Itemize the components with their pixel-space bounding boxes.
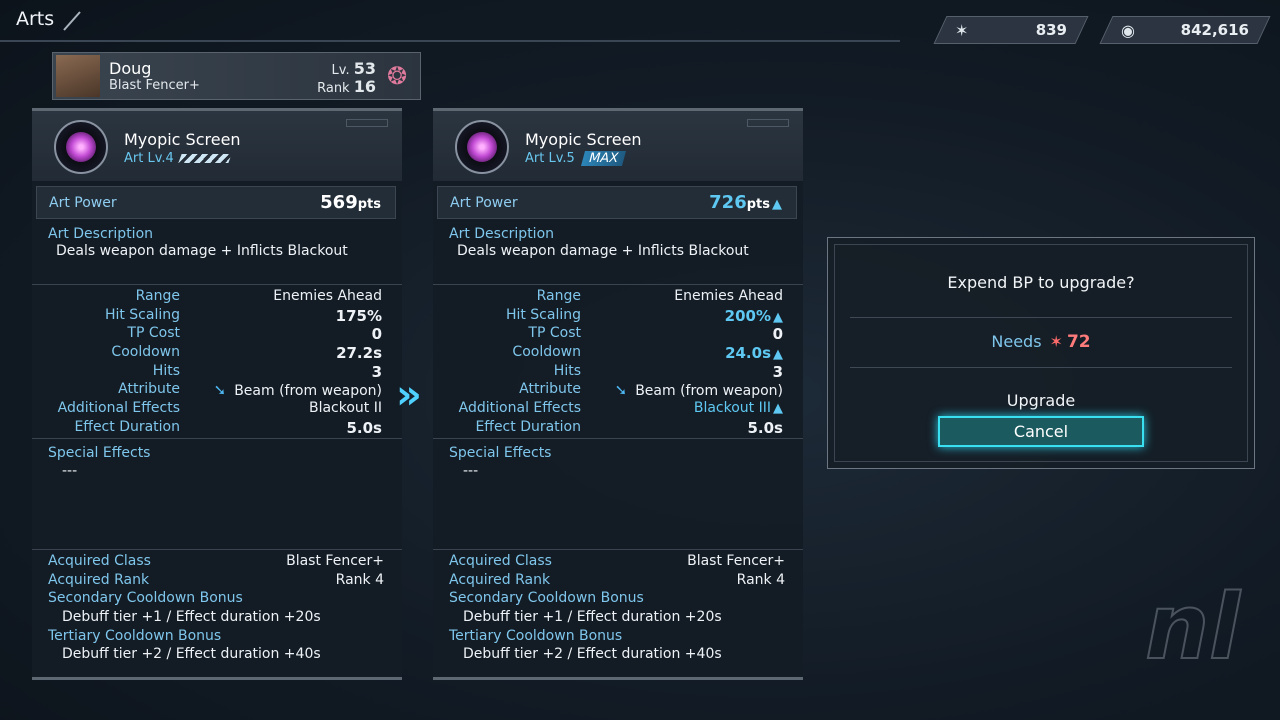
- title-slash-decoration: [63, 11, 81, 31]
- stat-row: Cooldown 24.0s ▲: [512, 344, 783, 363]
- character-portrait: [56, 55, 100, 97]
- divider: [433, 549, 803, 550]
- stats-list: Range Enemies Ahead Hit Scaling 200% ▲ TP C…: [433, 288, 803, 438]
- art-description-label: Art Description: [449, 226, 555, 242]
- dialog-question: Expend BP to upgrade?: [947, 273, 1135, 292]
- header-decoration: [747, 119, 789, 127]
- stat-row: Effect Duration 5.0s: [475, 418, 783, 437]
- increase-arrow-icon: ▲: [772, 197, 782, 212]
- stat-row: Additional Effects Blackout II: [57, 400, 382, 417]
- art-power-value: 726pts ▲: [709, 192, 782, 213]
- header-divider: [0, 40, 900, 42]
- stat-row: TP Cost 0: [528, 325, 783, 344]
- upgraded-art-panel: Myopic Screen Art Lv.5 MAX Art Power 726p…: [433, 108, 803, 680]
- bp-icon: ✶: [955, 20, 969, 40]
- tertiary-bonus-text: Debuff tier +2 / Effect duration +40s: [62, 646, 321, 662]
- art-level-gauge: [178, 154, 232, 163]
- art-power-label: Art Power: [450, 195, 518, 211]
- stat-row: TP Cost 0: [127, 325, 382, 344]
- stat-row: Range Enemies Ahead: [536, 288, 783, 304]
- bp-cost-icon: ✶: [1049, 332, 1063, 351]
- secondary-bonus-label: Secondary Cooldown Bonus: [48, 590, 243, 606]
- secondary-bonus-text: Debuff tier +1 / Effect duration +20s: [463, 609, 722, 625]
- special-effects-value: ---: [62, 463, 78, 479]
- stat-row: Attribute ➘ Beam (from weapon): [519, 381, 783, 400]
- upgrade-option[interactable]: Upgrade: [828, 391, 1254, 410]
- acquired-rank-row: Acquired Rank Rank 4: [449, 572, 785, 588]
- header-decoration: [346, 119, 388, 127]
- stat-row: Hit Scaling 175%: [104, 306, 382, 325]
- tertiary-bonus-label: Tertiary Cooldown Bonus: [449, 628, 623, 644]
- art-icon: [455, 120, 509, 174]
- art-level: Art Lv.4: [124, 151, 232, 166]
- character-card: Doug Blast Fencer+ Lv. 53 Rank 16 ❂: [52, 52, 421, 100]
- stat-row: Cooldown 27.2s: [111, 344, 382, 363]
- max-badge: MAX: [580, 151, 626, 166]
- stats-list: Range Enemies Ahead Hit Scaling 175% TP Co…: [32, 288, 402, 438]
- increase-arrow-icon: ▲: [773, 401, 783, 417]
- watermark-logo: nl: [1144, 574, 1241, 681]
- class-emblem-icon: ❂: [386, 62, 408, 90]
- stat-row: Effect Duration 5.0s: [74, 418, 382, 437]
- dialog-divider: [850, 317, 1232, 318]
- special-effects-label: Special Effects: [48, 445, 151, 461]
- dialog-divider: [850, 367, 1232, 368]
- credits-value: 842,616: [1180, 21, 1249, 39]
- bp-counter: ✶ 839: [933, 16, 1089, 44]
- upgrade-confirm-dialog: Expend BP to upgrade? Needs ✶ 72 Upgrade C…: [827, 237, 1255, 469]
- increase-arrow-icon: ▲: [773, 309, 783, 325]
- special-effects-label: Special Effects: [449, 445, 552, 461]
- divider: [32, 284, 402, 285]
- current-art-panel: Myopic Screen Art Lv.4 Art Power 569pts …: [32, 108, 402, 680]
- divider: [32, 438, 402, 439]
- art-power-label: Art Power: [49, 195, 117, 211]
- art-power-row: Art Power 569pts: [36, 186, 396, 219]
- beam-attribute-icon: ➘: [213, 381, 227, 400]
- secondary-bonus-text: Debuff tier +1 / Effect duration +20s: [62, 609, 321, 625]
- art-header: Myopic Screen Art Lv.5 MAX: [433, 111, 803, 181]
- stat-row: Additional Effects Blackout III ▲: [458, 400, 783, 417]
- divider: [433, 284, 803, 285]
- acquired-class-row: Acquired Class Blast Fencer+: [449, 553, 785, 569]
- art-header: Myopic Screen Art Lv.4: [32, 111, 402, 181]
- divider: [433, 438, 803, 439]
- art-name: Myopic Screen: [124, 130, 241, 149]
- art-power-value: 569pts: [320, 192, 381, 213]
- stat-row: Attribute ➘ Beam (from weapon): [118, 381, 382, 400]
- beam-attribute-icon: ➘: [614, 381, 628, 400]
- art-level: Art Lv.5 MAX: [525, 151, 626, 166]
- character-level: Lv. 53: [331, 59, 376, 78]
- acquired-rank-row: Acquired Rank Rank 4: [48, 572, 384, 588]
- needs-label: Needs: [991, 332, 1042, 351]
- needs-value: 72: [1066, 332, 1091, 352]
- credits-counter: ◉ 842,616: [1099, 16, 1271, 44]
- stat-row: Hits 3: [152, 362, 382, 381]
- art-power-row: Art Power 726pts ▲: [437, 186, 797, 219]
- stat-row: Hits 3: [553, 362, 783, 381]
- art-description-text: Deals weapon damage + Inflicts Blackout: [56, 243, 348, 259]
- art-description-text: Deals weapon damage + Inflicts Blackout: [457, 243, 749, 259]
- increase-arrow-icon: ▲: [773, 347, 783, 363]
- special-effects-value: ---: [463, 463, 479, 479]
- art-icon: [54, 120, 108, 174]
- upgrade-arrow-icon: »: [396, 372, 422, 418]
- character-rank: Rank 16: [317, 77, 376, 96]
- page-title: Arts: [16, 8, 55, 30]
- bp-value: 839: [1035, 21, 1067, 39]
- art-name: Myopic Screen: [525, 130, 642, 149]
- tertiary-bonus-text: Debuff tier +2 / Effect duration +40s: [463, 646, 722, 662]
- needs-row: Needs ✶ 72: [828, 332, 1254, 352]
- secondary-bonus-label: Secondary Cooldown Bonus: [449, 590, 644, 606]
- tertiary-bonus-label: Tertiary Cooldown Bonus: [48, 628, 222, 644]
- art-description-label: Art Description: [48, 226, 154, 242]
- stat-row: Hit Scaling 200% ▲: [505, 306, 783, 325]
- cancel-button[interactable]: Cancel: [938, 416, 1144, 447]
- character-name: Doug: [109, 59, 152, 78]
- credits-icon: ◉: [1121, 20, 1135, 40]
- stat-row: Range Enemies Ahead: [135, 288, 382, 304]
- character-class: Blast Fencer+: [109, 78, 200, 93]
- divider: [32, 549, 402, 550]
- acquired-class-row: Acquired Class Blast Fencer+: [48, 553, 384, 569]
